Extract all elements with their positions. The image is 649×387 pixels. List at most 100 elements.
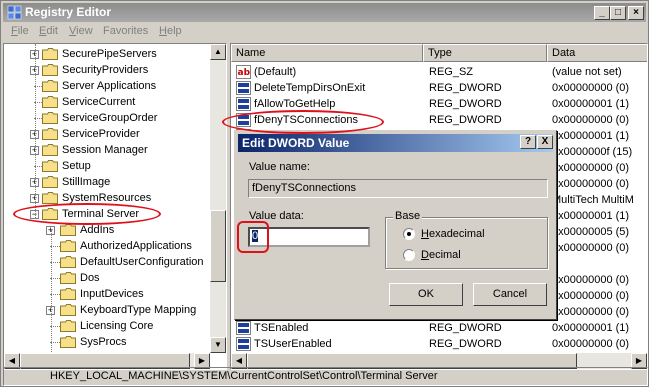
binary-value-icon bbox=[236, 81, 251, 95]
close-icon: X bbox=[541, 136, 549, 147]
hexadecimal-rest: exadecimal bbox=[428, 228, 485, 240]
hexadecimal-radio[interactable] bbox=[403, 228, 415, 240]
value-row[interactable]: ab (Default) REG_SZ (value not set) bbox=[231, 64, 647, 80]
folder-icon bbox=[60, 320, 76, 332]
tree-node-label: Licensing Core bbox=[80, 320, 154, 332]
value-data: 0x00000001 (1) bbox=[552, 98, 630, 110]
scroll-up-button[interactable]: ▲ bbox=[210, 44, 226, 60]
tree-node[interactable]: AuthorizedApplications bbox=[4, 238, 212, 254]
close-button[interactable]: × bbox=[628, 6, 644, 20]
status-bar: HKEY_LOCAL_MACHINE\SYSTEM\CurrentControl… bbox=[3, 367, 648, 386]
terminal-server-callout bbox=[13, 203, 161, 225]
cancel-label: Cancel bbox=[492, 288, 528, 300]
tree-node-label: DefaultUserConfiguration bbox=[80, 256, 204, 268]
tree-node[interactable]: InputDevices bbox=[4, 286, 212, 302]
registry-editor-icon bbox=[7, 5, 22, 20]
dialog-close-button[interactable]: X bbox=[537, 135, 553, 149]
value-data: 0x00000000 (0) bbox=[552, 338, 630, 350]
column-header-type[interactable]: Type bbox=[423, 44, 547, 62]
folder-icon bbox=[42, 144, 58, 156]
base-groupbox bbox=[385, 217, 548, 269]
folder-icon bbox=[60, 304, 76, 316]
help-icon: ? bbox=[524, 136, 532, 147]
dialog-title-bar[interactable]: Edit DWORD Value ? X bbox=[238, 134, 553, 152]
menu-view[interactable]: View bbox=[69, 25, 93, 37]
hexadecimal-label: Hexadecimal bbox=[421, 228, 485, 240]
value-data: MultiTech MultiM bbox=[552, 194, 634, 206]
radio-selected-dot bbox=[407, 232, 411, 236]
tree-node[interactable]: Licensing Core bbox=[4, 318, 212, 334]
tree-guide-line bbox=[51, 230, 52, 369]
tree-scroll-thumb[interactable] bbox=[210, 210, 226, 282]
value-row[interactable]: TSEnabled REG_DWORD 0x00000001 (1) bbox=[231, 320, 647, 336]
value-name: DeleteTempDirsOnExit bbox=[254, 82, 366, 94]
decimal-label: Decimal bbox=[421, 249, 461, 261]
ok-button[interactable]: OK bbox=[389, 283, 463, 306]
decimal-rest: ecimal bbox=[428, 249, 461, 261]
tree-node-label: AuthorizedApplications bbox=[80, 240, 192, 252]
folder-icon bbox=[60, 224, 76, 236]
folder-icon bbox=[42, 128, 58, 140]
value-name: TSUserEnabled bbox=[254, 338, 332, 350]
value-data: (value not set) bbox=[552, 66, 622, 78]
tree-node-label: SecurePipeServers bbox=[62, 48, 157, 60]
value-name: (Default) bbox=[254, 66, 297, 78]
cancel-button[interactable]: Cancel bbox=[473, 283, 547, 306]
maximize-icon: □ bbox=[614, 7, 622, 18]
tree-node[interactable]: + KeyboardType Mapping bbox=[4, 302, 212, 318]
fdenytsconnections-callout bbox=[222, 110, 384, 134]
minimize-button[interactable]: _ bbox=[594, 6, 610, 20]
svg-text:ab: ab bbox=[238, 68, 251, 78]
hexadecimal-key: H bbox=[421, 228, 429, 240]
folder-icon bbox=[42, 112, 58, 124]
tree-node[interactable]: Dos bbox=[4, 270, 212, 286]
tree-node[interactable]: SysProcs bbox=[4, 334, 212, 350]
menu-file-rest: ile bbox=[17, 25, 29, 37]
title-bar[interactable]: Registry Editor _ □ × bbox=[3, 3, 646, 22]
decimal-radio[interactable] bbox=[403, 249, 415, 261]
folder-icon bbox=[60, 272, 76, 284]
menu-help-key: H bbox=[159, 25, 167, 37]
maximize-button[interactable]: □ bbox=[610, 6, 626, 20]
edit-dword-dialog: Edit DWORD Value ? X Value name: fDenyTS… bbox=[234, 130, 557, 320]
tree-node[interactable]: DefaultUserConfiguration bbox=[4, 254, 212, 270]
column-header-name-label: Name bbox=[236, 47, 266, 59]
value-row[interactable]: DeleteTempDirsOnExit REG_DWORD 0x00000000 … bbox=[231, 80, 647, 96]
tree-node-label: InputDevices bbox=[80, 288, 144, 300]
value-data: 0x00000001 (1) bbox=[552, 130, 630, 142]
menu-favorites[interactable]: Favorites bbox=[103, 25, 148, 37]
folder-icon bbox=[42, 96, 58, 108]
status-path: HKEY_LOCAL_MACHINE\SYSTEM\CurrentControl… bbox=[50, 370, 438, 382]
value-name-field: fDenyTSConnections bbox=[248, 179, 548, 198]
tree-node-label: Setup bbox=[62, 160, 91, 172]
tree-vertical-scrollbar[interactable]: ▲ ▼ bbox=[210, 44, 226, 353]
window-title: Registry Editor bbox=[25, 5, 112, 19]
value-name-text: fDenyTSConnections bbox=[252, 182, 356, 194]
folder-icon bbox=[42, 48, 58, 60]
tree-node-label: ServiceCurrent bbox=[62, 96, 136, 108]
base-label: Base bbox=[393, 210, 423, 222]
value-data: 0x00000000 (0) bbox=[552, 162, 630, 174]
tree-node-label: Server Applications bbox=[62, 80, 157, 92]
value-data: 0x0000000f (15) bbox=[552, 146, 633, 158]
folder-icon bbox=[60, 240, 76, 252]
dialog-help-button[interactable]: ? bbox=[520, 135, 536, 149]
menu-file[interactable]: File bbox=[11, 25, 29, 37]
value-row[interactable]: TSUserEnabled REG_DWORD 0x00000000 (0) bbox=[231, 336, 647, 352]
value-type: REG_DWORD bbox=[429, 322, 502, 334]
column-header-name[interactable]: Name bbox=[231, 44, 423, 62]
folder-icon bbox=[42, 160, 58, 172]
menu-help[interactable]: Help bbox=[159, 25, 182, 37]
tree-node-label: SecurityProviders bbox=[62, 64, 149, 76]
folder-icon bbox=[42, 64, 58, 76]
menu-edit-rest: dit bbox=[46, 25, 58, 37]
menu-edit[interactable]: Edit bbox=[39, 25, 58, 37]
binary-value-icon bbox=[236, 97, 251, 111]
value-data: 0x00000001 (1) bbox=[552, 322, 630, 334]
decimal-key: D bbox=[421, 249, 429, 261]
value-type: REG_SZ bbox=[429, 66, 474, 78]
folder-icon bbox=[42, 80, 58, 92]
column-header-data[interactable]: Data bbox=[547, 44, 647, 62]
scroll-down-button[interactable]: ▼ bbox=[210, 337, 226, 353]
value-type: REG_DWORD bbox=[429, 338, 502, 350]
